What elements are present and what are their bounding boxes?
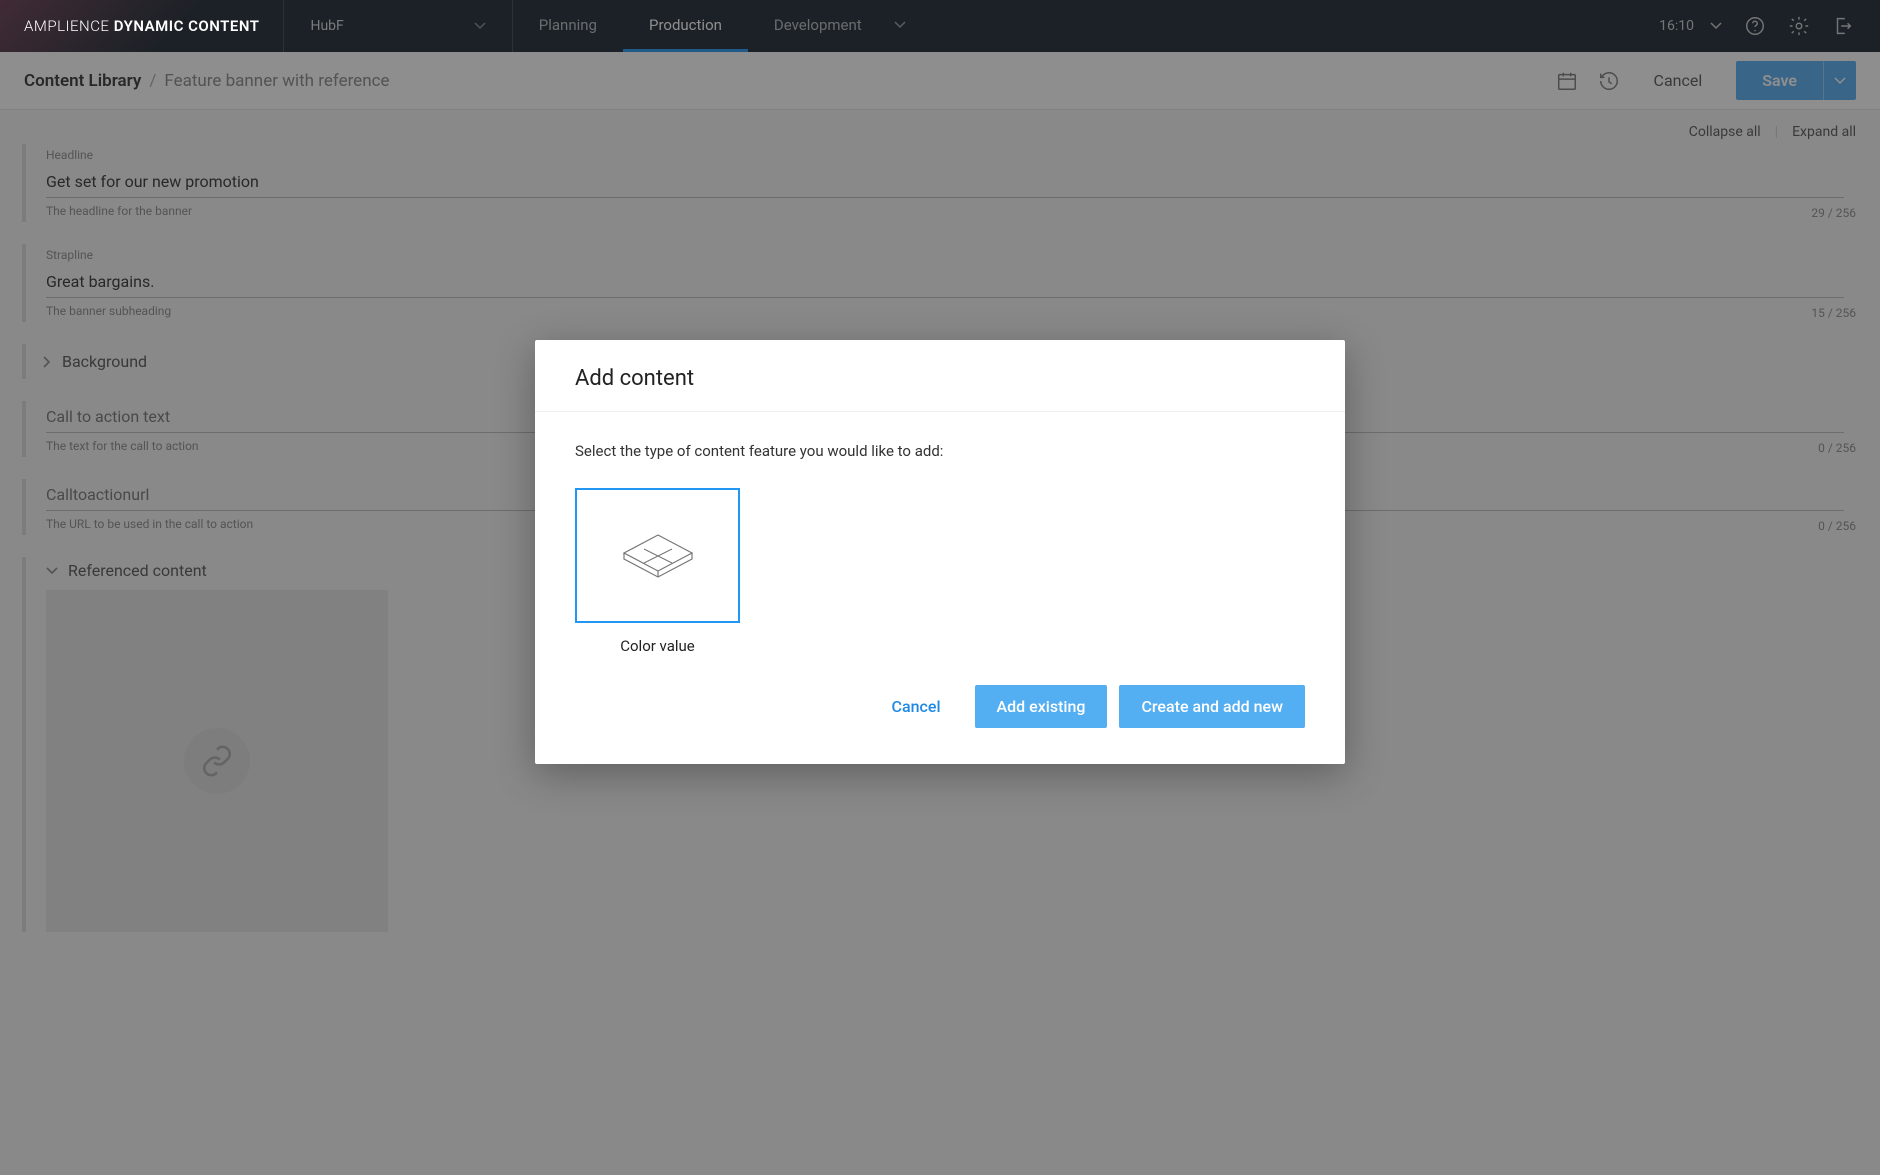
brand-bold: DYNAMIC CONTENT — [114, 17, 260, 35]
modal-cancel-button[interactable]: Cancel — [870, 685, 963, 728]
content-type-label: Color value — [575, 637, 740, 655]
content-type-color-value[interactable]: Color value — [575, 488, 740, 655]
tile-icon — [616, 529, 700, 583]
add-content-modal: Add content Select the type of content f… — [535, 340, 1345, 764]
modal-title: Add content — [535, 340, 1345, 412]
brand-logo: AMPLIENCE DYNAMIC CONTENT — [0, 17, 283, 35]
create-and-add-new-button[interactable]: Create and add new — [1119, 685, 1305, 728]
modal-overlay[interactable]: Add content Select the type of content f… — [0, 0, 1880, 1175]
content-type-grid: Color value — [575, 488, 1305, 655]
modal-body: Select the type of content feature you w… — [535, 412, 1345, 685]
modal-instruction: Select the type of content feature you w… — [575, 442, 1305, 460]
content-type-thumbnail — [575, 488, 740, 623]
add-existing-button[interactable]: Add existing — [975, 685, 1108, 728]
modal-footer: Cancel Add existing Create and add new — [535, 685, 1345, 764]
brand-thin: AMPLIENCE — [24, 17, 109, 35]
